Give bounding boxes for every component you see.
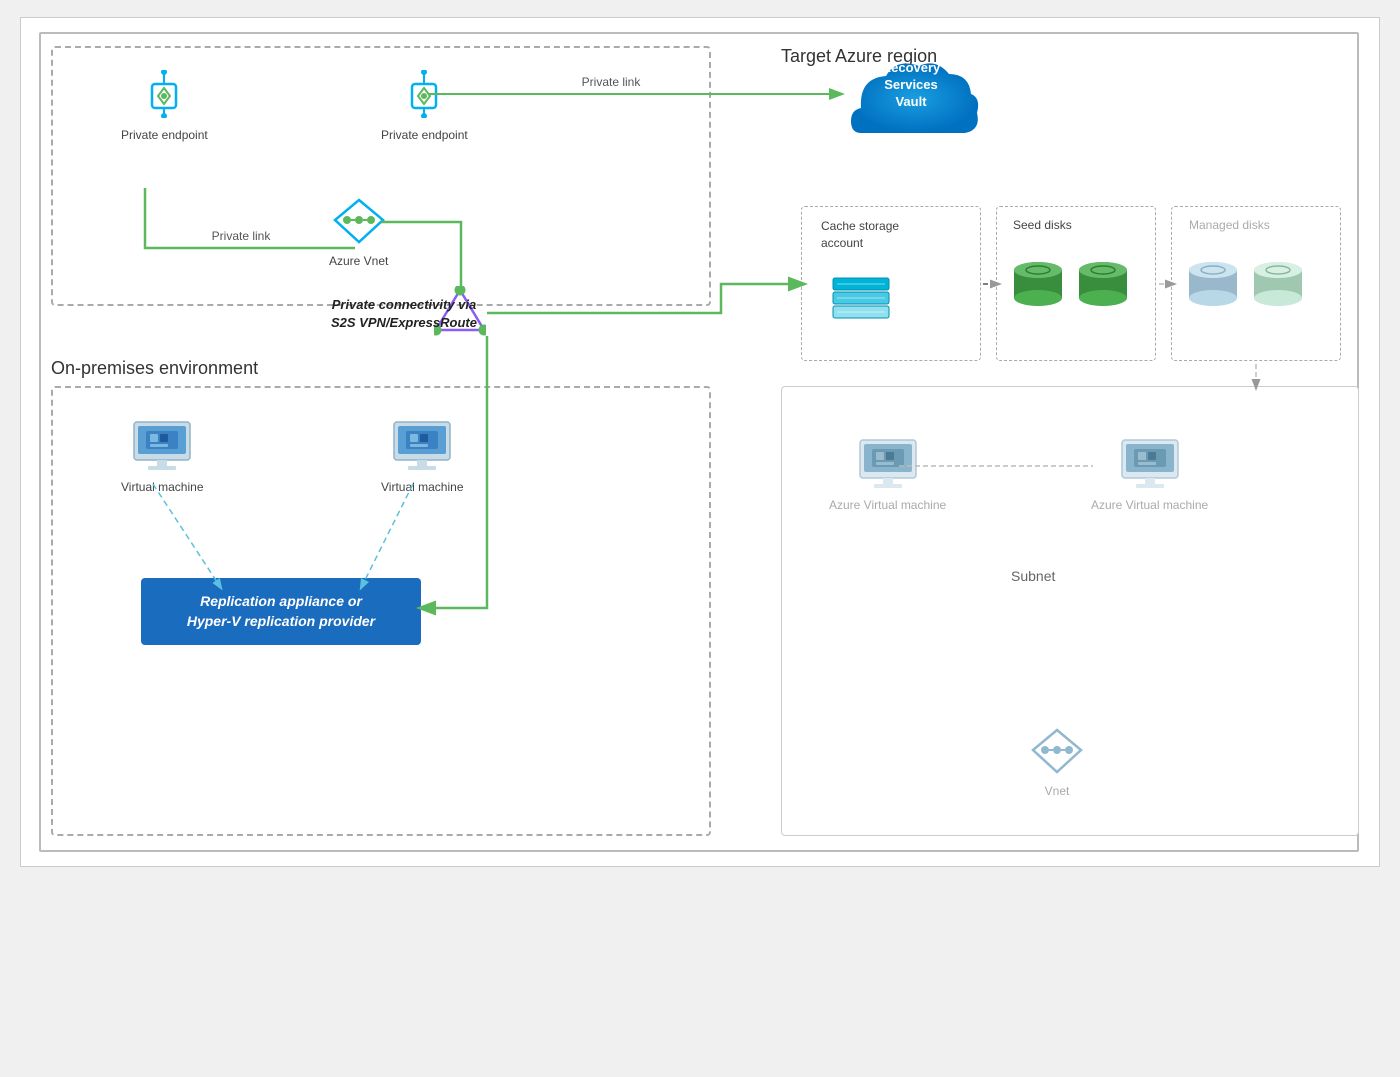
- onprem-label: On-premises environment: [51, 358, 258, 379]
- private-endpoint-2-label: Private endpoint: [381, 128, 468, 142]
- target-vnet-icon: [1031, 728, 1083, 774]
- replication-appliance-label: Replication appliance orHyper-V replicat…: [187, 593, 375, 629]
- azure-vm-1-icon: [856, 436, 920, 488]
- target-vnet-label: Vnet: [1045, 784, 1070, 798]
- private-endpoint-2-group: Private endpoint: [381, 70, 468, 142]
- azure-vnet-label: Azure Vnet: [329, 254, 388, 268]
- azure-vm-2-group: Azure Virtual machine: [1091, 436, 1208, 512]
- vm-2-group: Virtual machine: [381, 418, 464, 494]
- vm-2-icon: [390, 418, 454, 470]
- managed-disk-2: [1251, 256, 1306, 316]
- azure-vm-2-icon: [1118, 436, 1182, 488]
- seed-disk-2: [1076, 256, 1131, 316]
- managed-disks-text: Managed disks: [1189, 218, 1270, 232]
- seed-disk-1: [1011, 256, 1066, 316]
- diagram-container: Target Azure region RecoveryServicesVaul…: [20, 17, 1380, 867]
- managed-disk-1: [1186, 256, 1241, 316]
- seed-disks-text: Seed disks: [1013, 218, 1072, 232]
- cache-storage-icon: [831, 268, 891, 324]
- vm-1-label: Virtual machine: [121, 480, 204, 494]
- azure-vm-1-label: Azure Virtual machine: [829, 498, 946, 512]
- private-endpoint-1-label: Private endpoint: [121, 128, 208, 142]
- private-endpoint-1-icon: [140, 70, 188, 118]
- recovery-vault-label: RecoveryServicesVault: [841, 60, 981, 111]
- cache-storage-text: Cache storageaccount: [821, 218, 899, 252]
- vm-1-icon: [130, 418, 194, 470]
- seed-disk-icons: [1011, 256, 1131, 316]
- azure-vnet-group: Azure Vnet: [329, 198, 388, 268]
- private-connectivity-label: Private connectivity viaS2S VPN/ExpressR…: [331, 296, 477, 332]
- private-endpoint-2-icon: [400, 70, 448, 118]
- managed-disk-icons: [1186, 256, 1306, 316]
- vm-2-label: Virtual machine: [381, 480, 464, 494]
- private-endpoint-1-group: Private endpoint: [121, 70, 208, 142]
- vm-1-group: Virtual machine: [121, 418, 204, 494]
- target-vnet-icon-group: Vnet: [1031, 728, 1083, 798]
- azure-vm-1-group: Azure Virtual machine: [829, 436, 946, 512]
- azure-vm-2-label: Azure Virtual machine: [1091, 498, 1208, 512]
- subnet-label: Subnet: [1011, 568, 1055, 584]
- azure-vnet-icon: [333, 198, 385, 244]
- cache-storage-icon-group: [831, 268, 891, 329]
- replication-appliance-box: Replication appliance orHyper-V replicat…: [141, 578, 421, 645]
